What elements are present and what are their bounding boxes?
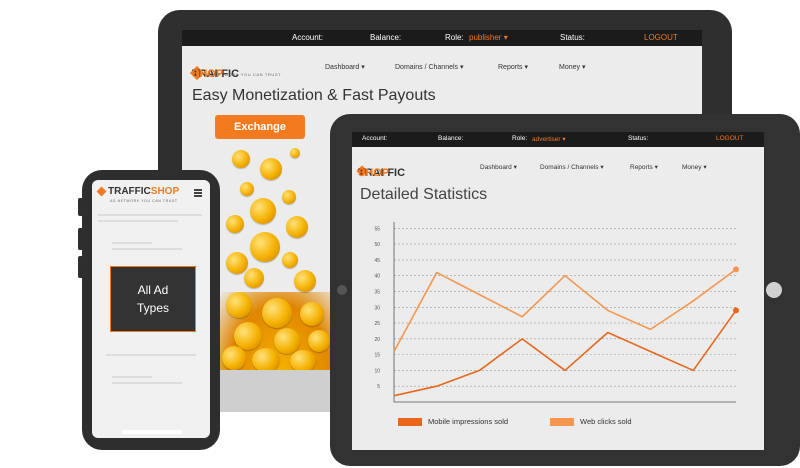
coin-icon (300, 302, 324, 326)
coin-icon (244, 268, 264, 288)
account-link[interactable]: Account: (362, 135, 387, 142)
coin-icon (252, 348, 280, 370)
series-line (393, 309, 737, 397)
y-tick-label: 10 (374, 368, 380, 374)
y-tick-label: 20 (374, 337, 380, 343)
coin-icon (250, 198, 276, 224)
nav-dashboard[interactable]: Dashboard ▾ (480, 163, 517, 171)
coin-icon (232, 150, 250, 168)
hamburger-bar (194, 189, 202, 191)
y-tick-label: 55 (374, 226, 380, 232)
y-tick-label: 15 (374, 353, 380, 359)
coin-icon (286, 216, 308, 238)
stats-title: Detailed Statistics (360, 186, 488, 203)
tablet-camera (337, 285, 347, 295)
coin-icon (260, 158, 282, 180)
role-label: Role: (512, 135, 528, 142)
nav-reports[interactable]: Reports ▾ (498, 63, 528, 71)
coin-icon (308, 330, 330, 352)
balance-link[interactable]: Balance: (438, 135, 463, 142)
role-dropdown[interactable]: advertiser ▾ (532, 135, 566, 143)
coin-icon (222, 346, 246, 370)
legend-web: Web clicks sold (550, 417, 632, 427)
coin-icon (282, 190, 296, 204)
nav-domains[interactable]: Domains / Channels ▾ (540, 163, 604, 171)
series-end-point (733, 307, 739, 314)
nav-domains[interactable]: Domains / Channels ▾ (395, 63, 464, 71)
y-tick-label: 5 (377, 384, 380, 390)
status-link[interactable]: Status: (628, 135, 648, 142)
coin-icon (290, 350, 316, 370)
role-label: Role: (445, 33, 464, 42)
line-chart: 5 10 15 20 25 30 35 40 45 50 55 (374, 222, 739, 403)
tablet-nav: TRAFFIC SHOP Dashboard ▾ Domains / Channe… (356, 163, 707, 179)
coin-icon (290, 148, 300, 158)
nav-reports[interactable]: Reports ▾ (630, 163, 658, 171)
coin-icon (226, 252, 248, 274)
ad-types-box: All Ad Types (110, 266, 196, 332)
placeholder-line (112, 382, 182, 384)
hamburger-bar (194, 195, 202, 197)
tablet-top-bar: Account: Balance: Role: advertiser ▾ Sta… (352, 132, 764, 147)
series-end-point (733, 266, 739, 273)
phone-side-button (78, 198, 83, 216)
nav-dashboard[interactable]: Dashboard ▾ (325, 63, 365, 71)
coin-icon (294, 270, 316, 292)
legend-mobile: Mobile impressions sold (398, 417, 508, 427)
tablet-screen: Account: Balance: Role: advertiser ▾ Sta… (352, 132, 764, 450)
phone-side-button (78, 256, 83, 278)
balance-link[interactable]: Balance: (370, 33, 401, 42)
placeholder-line (98, 220, 178, 222)
y-tick-label: 25 (374, 321, 380, 327)
page-heading: Easy Monetization & Fast Payouts (192, 87, 436, 104)
account-link[interactable]: Account: (292, 33, 323, 42)
coin-icon (240, 182, 254, 196)
ad-line-1: All Ad (137, 283, 169, 297)
tablet-home-button[interactable] (766, 282, 782, 298)
y-tick-label: 30 (374, 305, 380, 311)
series-line (393, 268, 737, 352)
laptop-nav: TRAFFIC SHOP AD NETWORK YOU CAN TRUST Das… (182, 54, 702, 81)
placeholder-line (112, 242, 152, 244)
nav-money[interactable]: Money ▾ (682, 163, 707, 171)
logout-link[interactable]: LOGOUT (716, 135, 743, 142)
diamond-logo-icon (96, 186, 107, 197)
nav-money[interactable]: Money ▾ (559, 63, 585, 71)
hamburger-bar (194, 192, 202, 194)
y-tick-label: 50 (374, 242, 380, 248)
ad-line-2: Types (136, 301, 169, 315)
coin-icon (274, 328, 300, 354)
status-link[interactable]: Status: (560, 33, 585, 42)
placeholder-line (98, 214, 202, 216)
phone-home-bar[interactable] (122, 430, 182, 434)
logout-link[interactable]: LOGOUT (644, 33, 678, 42)
logo[interactable]: TRAFFICSHOP (96, 186, 179, 197)
placeholder-line (112, 376, 152, 378)
placeholder-line (106, 354, 196, 356)
role-dropdown[interactable]: publisher ▾ (469, 33, 508, 42)
logo-tagline: AD NETWORK YOU CAN TRUST (206, 72, 282, 77)
y-tick-label: 45 (374, 258, 380, 264)
exchange-button[interactable]: Exchange (215, 115, 305, 139)
coin-icon (226, 292, 252, 318)
phone-screen: TRAFFICSHOP AD NETWORK YOU CAN TRUST All… (92, 180, 210, 438)
coin-icon (282, 252, 298, 268)
phone-side-button (78, 228, 83, 250)
laptop-top-bar: Account: Balance: Role: publisher ▾ Stat… (182, 30, 702, 46)
y-tick-label: 35 (374, 289, 380, 295)
logo-tagline: AD NETWORK YOU CAN TRUST (110, 199, 178, 203)
legend-swatch (550, 418, 574, 427)
coin-icon (226, 215, 244, 233)
coin-icon (250, 232, 280, 262)
y-tick-label: 40 (374, 274, 380, 280)
placeholder-line (112, 248, 182, 250)
legend-swatch (398, 418, 422, 427)
coin-icon (262, 298, 292, 328)
